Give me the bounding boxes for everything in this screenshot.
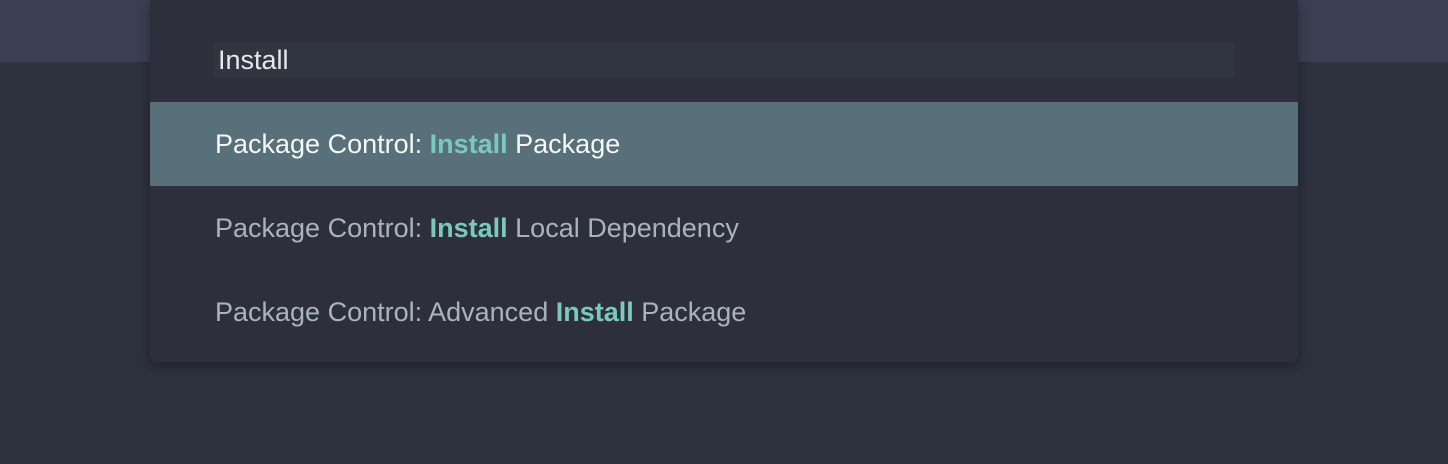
result-item-install-local-dependency[interactable]: Package Control: Install Local Dependenc… [150,186,1298,270]
result-item-advanced-install-package[interactable]: Package Control: Advanced Install Packag… [150,270,1298,354]
result-item-install-package[interactable]: Package Control: Install Package [150,102,1298,186]
result-text-match: Install [555,297,634,327]
command-palette-search-input[interactable]: Install [214,42,1234,78]
command-palette-results: Package Control: Install Package Package… [150,102,1298,354]
result-text-suffix: Package [633,297,747,327]
result-text-suffix: Local Dependency [507,213,739,243]
result-text-match: Install [429,129,508,159]
result-text-prefix: Package Control: Advanced [215,297,556,327]
result-text-match: Install [429,213,508,243]
result-text-prefix: Package Control: [215,213,430,243]
command-palette: Install Package Control: Install Package… [150,0,1298,362]
result-text-prefix: Package Control: [215,129,430,159]
result-text-suffix: Package [507,129,621,159]
